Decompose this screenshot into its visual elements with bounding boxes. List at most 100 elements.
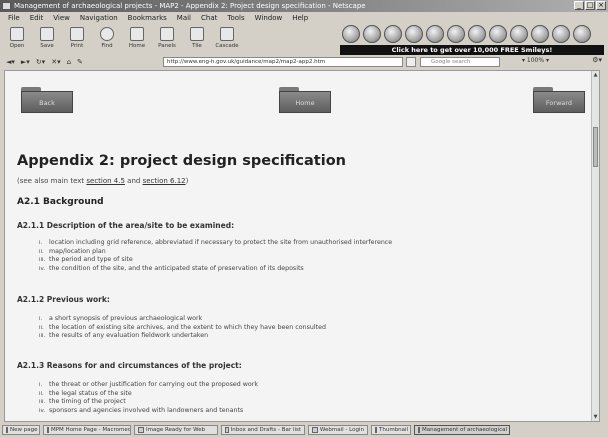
panels-icon: [160, 27, 174, 41]
menu-bookmarks[interactable]: Bookmarks: [128, 12, 167, 24]
list-marker: iv.: [39, 407, 46, 414]
see-also-note: (see also main text section 4.5 and sect…: [17, 177, 188, 185]
page-icon: [138, 427, 144, 433]
section-4-5-link[interactable]: section 4.5: [86, 177, 125, 185]
close-button[interactable]: ×: [596, 1, 606, 10]
page-icon: [375, 427, 377, 433]
folder-label: Home: [279, 91, 331, 113]
reload-icon[interactable]: ↻▾: [36, 58, 45, 66]
nav-buttons: ◄▾ ►▾ ↻▾ ✕▾ ⌂ ✎: [0, 58, 83, 66]
save-disk-icon: [40, 27, 54, 41]
home-small-icon[interactable]: ⌂: [67, 58, 71, 66]
smiley-icon: [510, 25, 528, 43]
task-current-page[interactable]: Management of archaeological projects: [414, 425, 510, 435]
magnifier-icon: [100, 27, 114, 41]
smiley-icon: [489, 25, 507, 43]
find-button[interactable]: Find: [94, 24, 120, 54]
save-button[interactable]: Save: [34, 24, 60, 54]
list-item: iii. the timing of the project: [39, 398, 126, 405]
menu-view[interactable]: View: [53, 12, 70, 24]
scroll-up-icon[interactable]: ▲: [592, 71, 599, 79]
print-button[interactable]: Print: [64, 24, 90, 54]
menu-tools[interactable]: Tools: [227, 12, 244, 24]
list-item: i. the threat or other justification for …: [39, 381, 258, 388]
menu-navigation[interactable]: Navigation: [80, 12, 118, 24]
task-webmail[interactable]: Webmail - Login: [308, 425, 368, 435]
task-mpm-home[interactable]: MPM Home Page - Macromedia: [43, 425, 131, 435]
menu-mail[interactable]: Mail: [177, 12, 191, 24]
folder-label: Forward: [533, 91, 585, 113]
forward-arrow-icon[interactable]: ►▾: [21, 58, 30, 66]
cascade-icon: [220, 27, 234, 41]
task-inbox[interactable]: Inbox and Drafts - Bar list: [221, 425, 305, 435]
smiley-icon: [426, 25, 444, 43]
maximize-button[interactable]: □: [585, 1, 595, 10]
minimize-button[interactable]: _: [574, 1, 584, 10]
smiley-icon: [384, 25, 402, 43]
home-button[interactable]: Home: [124, 24, 150, 54]
page-icon: [47, 427, 49, 433]
smiley-icon: [405, 25, 423, 43]
netscape-app-icon: [2, 2, 11, 10]
section-heading: A2.1.3 Reasons for and circumstances of …: [17, 361, 242, 370]
task-new-page[interactable]: New page: [2, 425, 40, 435]
see-also-suffix: ): [185, 177, 189, 185]
edit-pencil-icon[interactable]: ✎: [77, 58, 83, 66]
list-item: iii. the results of any evaluation fieldw…: [39, 332, 209, 339]
menu-chat[interactable]: Chat: [201, 12, 217, 24]
menu-help[interactable]: Help: [292, 12, 308, 24]
window-title: Management of archaeological projects - …: [14, 2, 366, 10]
see-also-prefix: (see also main text: [17, 177, 87, 185]
menu-bar: File Edit View Navigation Bookmarks Mail…: [0, 12, 608, 24]
home-folder-link[interactable]: Home: [279, 87, 331, 121]
page-icon: [6, 427, 8, 433]
smiley-icon: [531, 25, 549, 43]
main-toolbar: Open Save Print Find Home Panels Tile Ca…: [0, 24, 340, 54]
zoom-value: 100%: [526, 57, 545, 64]
scroll-down-icon[interactable]: ▼: [592, 413, 599, 421]
section-list: i. location including grid reference, abb…: [39, 239, 393, 273]
background-heading: A2.1 Background: [17, 197, 104, 207]
list-item: ii. the legal status of the site: [39, 389, 132, 397]
scrollbar-thumb[interactable]: [593, 127, 598, 167]
banner-text[interactable]: Click here to get over 10,000 FREE Smile…: [340, 45, 604, 55]
list-item: i. location including grid reference, abb…: [39, 239, 393, 246]
task-image-ready[interactable]: Image Ready for Web: [134, 425, 218, 435]
panels-button[interactable]: Panels: [154, 24, 180, 54]
tile-icon: [190, 27, 204, 41]
smiley-ad-banner[interactable]: Click here to get over 10,000 FREE Smile…: [340, 24, 604, 56]
address-bar: ◄▾ ►▾ ↻▾ ✕▾ ⌂ ✎ http://www.eng-h.gov.uk/…: [0, 56, 608, 68]
extra-toolbar-icon[interactable]: ⚙▾: [592, 56, 602, 64]
url-input[interactable]: http://www.eng-h.gov.uk/guidance/map2/ma…: [163, 57, 403, 67]
open-button[interactable]: Open: [4, 24, 30, 54]
list-marker: i.: [39, 240, 43, 246]
menu-edit[interactable]: Edit: [30, 12, 44, 24]
smiley-icon: [363, 25, 381, 43]
back-folder-link[interactable]: Back: [21, 87, 73, 121]
cascade-button[interactable]: Cascade: [214, 24, 240, 54]
window-titlebar: Management of archaeological projects - …: [0, 0, 608, 12]
page-icon: [418, 427, 420, 433]
search-input[interactable]: Google search: [420, 57, 500, 67]
list-marker: ii.: [39, 248, 44, 255]
back-arrow-icon[interactable]: ◄▾: [6, 58, 15, 66]
page-title: Appendix 2: project design specification: [17, 153, 346, 169]
tile-button[interactable]: Tile: [184, 24, 210, 54]
forward-folder-link[interactable]: Forward: [533, 87, 585, 121]
page-icon: [312, 427, 318, 433]
task-thumbnail[interactable]: Thumbnail: [371, 425, 411, 435]
section-6-12-link[interactable]: section 6.12: [143, 177, 186, 185]
menu-window[interactable]: Window: [255, 12, 283, 24]
smiley-icon: [468, 25, 486, 43]
zoom-level[interactable]: ▾ 100% ▾: [522, 57, 549, 64]
home-icon: [130, 27, 144, 41]
section-heading: A2.1.1 Description of the area/site to b…: [17, 221, 235, 230]
menu-file[interactable]: File: [8, 12, 20, 24]
vertical-scrollbar[interactable]: ▲ ▼: [591, 71, 599, 421]
list-marker: iii.: [39, 257, 46, 263]
smiley-row: [340, 24, 604, 43]
url-dropdown-button[interactable]: [406, 57, 416, 67]
stop-icon[interactable]: ✕▾: [51, 58, 60, 66]
smiley-icon: [552, 25, 570, 43]
section-heading: A2.1.2 Previous work:: [17, 295, 110, 304]
